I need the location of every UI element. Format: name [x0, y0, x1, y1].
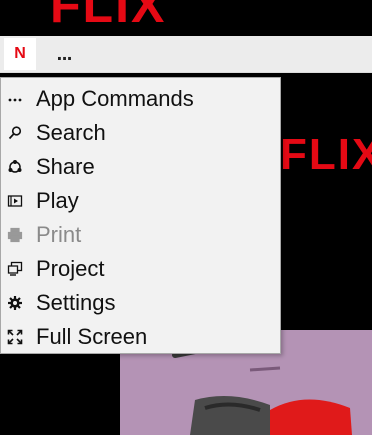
menu-item-label: Print [36, 222, 82, 247]
menu-item-label: Search [36, 120, 106, 145]
menu-item-search[interactable]: Search [1, 116, 280, 150]
menu-item-project[interactable]: Project [1, 252, 280, 286]
menu-item-label: Share [36, 154, 95, 179]
play-icon [1, 184, 29, 218]
fullscreen-icon [1, 320, 29, 354]
app-logo-tile: N [4, 38, 36, 70]
menu-item-label: Settings [36, 290, 116, 315]
menu-item-settings[interactable]: Settings [1, 286, 280, 320]
app-commands-button[interactable]: ... [48, 38, 80, 70]
netflix-logo-main: FLIX [280, 130, 372, 179]
search-icon [1, 116, 29, 150]
netflix-app-icon: N [14, 45, 26, 62]
menu-item-full-screen[interactable]: Full Screen [1, 320, 280, 354]
project-icon [1, 252, 29, 286]
app-titlebar: N ... [0, 36, 372, 73]
menu-item-share[interactable]: Share [1, 150, 280, 184]
menu-item-label: Full Screen [36, 324, 148, 349]
menu-item-label: App Commands [36, 86, 194, 111]
app-commands-menu: App Commands Search Share Play Print Pro… [0, 77, 281, 354]
menu-item-play[interactable]: Play [1, 184, 280, 218]
netflix-logo-top: FLIX [50, 0, 167, 33]
share-icon [1, 150, 29, 184]
menu-item-app-commands[interactable]: App Commands [1, 82, 280, 116]
background-top-strip: FLIX [0, 0, 372, 36]
menu-item-label: Project [36, 256, 105, 281]
menu-item-label: Play [36, 188, 79, 213]
gear-icon [1, 286, 29, 320]
menu-item-print: Print [1, 218, 280, 252]
more-dots-icon [1, 82, 29, 116]
print-icon [1, 218, 29, 252]
